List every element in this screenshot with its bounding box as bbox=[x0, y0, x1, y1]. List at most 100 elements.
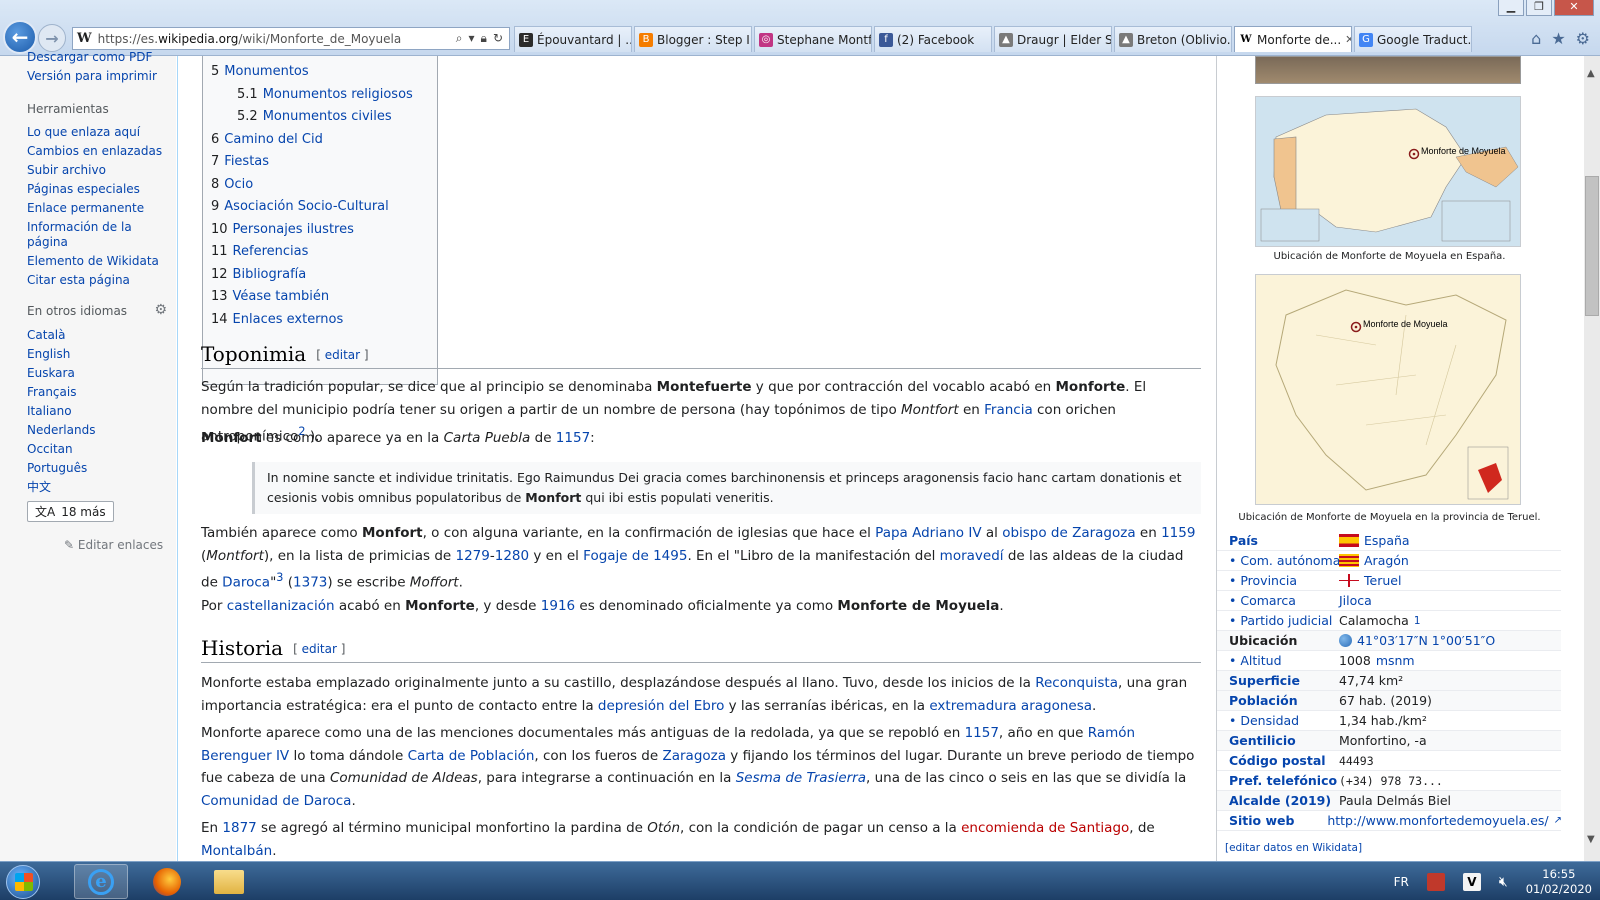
input-language-indicator[interactable]: FR bbox=[1394, 875, 1409, 889]
browser-tab[interactable]: f (2) Facebook bbox=[874, 26, 992, 52]
edit-link[interactable]: editar bbox=[325, 348, 360, 362]
infobox-label[interactable]: • Densidad bbox=[1229, 713, 1339, 728]
sidebar-language-link[interactable]: 中文 bbox=[27, 480, 167, 495]
start-button[interactable] bbox=[6, 865, 40, 899]
sidebar-language-link[interactable]: Português bbox=[27, 461, 167, 476]
toc-link[interactable]: Monumentos religiosos bbox=[263, 87, 413, 102]
toc-item[interactable]: 8 Ocio bbox=[211, 174, 429, 197]
inline-link[interactable]: Comunidad de Daroca bbox=[201, 793, 351, 809]
inline-link[interactable]: Fogaje de 1495 bbox=[583, 548, 687, 564]
toc-link[interactable]: Bibliografía bbox=[233, 267, 307, 282]
infobox-label[interactable]: Gentilicio bbox=[1229, 733, 1339, 748]
toc-link[interactable]: Referencias bbox=[233, 244, 309, 259]
home-icon[interactable]: ⌂ bbox=[1531, 29, 1541, 48]
toc-link[interactable]: Monumentos civiles bbox=[263, 109, 392, 124]
toc-link[interactable]: Monumentos bbox=[224, 64, 308, 79]
infobox-label[interactable]: • Provincia bbox=[1229, 573, 1339, 588]
edit-section-historia[interactable]: [ editar ] bbox=[293, 642, 345, 656]
toc-item[interactable]: 12 Bibliografía bbox=[211, 264, 429, 287]
toc-item[interactable]: 7 Fiestas bbox=[211, 151, 429, 174]
unit-link[interactable]: msnm bbox=[1376, 653, 1415, 668]
sidebar-link[interactable]: Descargar como PDF bbox=[27, 50, 167, 65]
edit-wikidata-link[interactable]: [editar datos en Wikidata] bbox=[1225, 842, 1362, 854]
sidebar-tool-link[interactable]: Páginas especiales bbox=[27, 182, 167, 197]
inline-link[interactable]: 1877 bbox=[222, 820, 256, 836]
infobox-value[interactable]: 41°03′17″N 1°00′51″O bbox=[1357, 633, 1495, 648]
inline-link[interactable]: 1279 bbox=[456, 548, 490, 564]
browser-tab[interactable]: W Monforte de...✕ bbox=[1234, 26, 1352, 52]
inline-link[interactable]: 1280 bbox=[495, 548, 529, 564]
inline-link[interactable]: Montalbán bbox=[201, 843, 272, 859]
more-languages-button[interactable]: 文A 18 más bbox=[27, 501, 114, 522]
village-photo[interactable] bbox=[1255, 56, 1521, 84]
sidebar-language-link[interactable]: Français bbox=[27, 385, 167, 400]
taskbar-internet-explorer[interactable]: e bbox=[74, 864, 128, 899]
spain-location-map[interactable]: Monforte de Moyuela bbox=[1255, 96, 1521, 247]
search-icon[interactable]: ⌕ bbox=[456, 31, 463, 46]
toc-link[interactable]: Fiestas bbox=[224, 154, 269, 169]
sidebar-tool-link[interactable]: Subir archivo bbox=[27, 163, 167, 178]
edit-links-link[interactable]: ✎ Editar enlaces bbox=[64, 538, 163, 552]
browser-tab[interactable]: G Google Traduct... bbox=[1354, 26, 1472, 52]
browser-tab[interactable]: ▲ Breton (Oblivio... bbox=[1114, 26, 1232, 52]
inline-link[interactable]: 1373 bbox=[293, 575, 327, 591]
edit-section-toponimia[interactable]: [ editar ] bbox=[316, 348, 368, 362]
infobox-label[interactable]: Pref. telefónico bbox=[1229, 773, 1339, 788]
dropdown-arrow-icon[interactable]: ▾ bbox=[469, 31, 475, 46]
sidebar-tool-link[interactable]: Cambios en enlazadas bbox=[27, 144, 167, 159]
settings-gear-icon[interactable]: ⚙ bbox=[1576, 29, 1590, 48]
lock-icon[interactable]: 🔒︎ bbox=[481, 31, 487, 46]
infobox-value[interactable]: Jiloca bbox=[1339, 593, 1372, 608]
inline-link[interactable]: Carta de Población bbox=[408, 748, 535, 764]
flag-notification-icon[interactable] bbox=[1426, 872, 1445, 891]
vertical-scrollbar[interactable]: ▲ ▼ bbox=[1584, 56, 1600, 861]
toc-item[interactable]: 5.1 Monumentos religiosos bbox=[211, 84, 429, 107]
infobox-label[interactable]: • Comarca bbox=[1229, 593, 1339, 608]
browser-tab[interactable]: B Blogger : Step I... bbox=[634, 26, 752, 52]
toc-item[interactable]: 13 Véase también bbox=[211, 286, 429, 309]
toc-item[interactable]: 9 Asociación Socio-Cultural bbox=[211, 196, 429, 219]
inline-link[interactable]: Reconquista bbox=[1035, 675, 1118, 691]
inline-link[interactable]: castellanización bbox=[227, 598, 335, 614]
infobox-label[interactable]: Sitio web bbox=[1229, 813, 1327, 828]
inline-link[interactable]: moravedí bbox=[940, 548, 1004, 564]
infobox-value[interactable]: Aragón bbox=[1364, 553, 1409, 568]
sidebar-tool-link[interactable]: Lo que enlaza aquí bbox=[27, 125, 167, 140]
sidebar-language-link[interactable]: Italiano bbox=[27, 404, 167, 419]
close-window-button[interactable]: ✕ bbox=[1554, 0, 1594, 16]
sidebar-language-link[interactable]: Nederlands bbox=[27, 423, 167, 438]
app-tray-icon[interactable]: V bbox=[1462, 872, 1481, 891]
inline-link[interactable]: Zaragoza bbox=[662, 748, 726, 764]
toc-item[interactable]: 6 Camino del Cid bbox=[211, 129, 429, 152]
taskbar-file-explorer[interactable] bbox=[202, 864, 256, 899]
favorites-star-icon[interactable]: ★ bbox=[1551, 29, 1565, 48]
infobox-label[interactable]: Superficie bbox=[1229, 673, 1339, 688]
forward-button[interactable]: → bbox=[38, 24, 66, 52]
sidebar-tool-link[interactable]: Información de la página bbox=[27, 220, 167, 250]
toc-item[interactable]: 5.2 Monumentos civiles bbox=[211, 106, 429, 129]
browser-tab[interactable]: ▲ Draugr | Elder S... bbox=[994, 26, 1112, 52]
inline-link[interactable]: extremadura aragonesa bbox=[929, 698, 1092, 714]
toc-link[interactable]: Personajes ilustres bbox=[233, 222, 354, 237]
infobox-value[interactable]: http://www.monfortedemoyuela.es/ bbox=[1327, 813, 1548, 828]
toc-item[interactable]: 10 Personajes ilustres bbox=[211, 219, 429, 242]
clock[interactable]: 16:55 01/02/2020 bbox=[1526, 867, 1592, 897]
address-bar[interactable]: W https://es.wikipedia.org/wiki/Monforte… bbox=[72, 27, 510, 50]
edit-link[interactable]: editar bbox=[302, 642, 337, 656]
reference-link[interactable]: 1 bbox=[1414, 615, 1421, 627]
toc-link[interactable]: Asociación Socio-Cultural bbox=[224, 199, 388, 214]
toc-link[interactable]: Camino del Cid bbox=[224, 132, 323, 147]
maximize-button[interactable]: ❐ bbox=[1526, 0, 1552, 16]
taskbar-firefox[interactable] bbox=[140, 864, 194, 899]
infobox-value[interactable]: España bbox=[1364, 533, 1410, 548]
infobox-label[interactable]: • Altitud bbox=[1229, 653, 1339, 668]
scroll-thumb[interactable] bbox=[1585, 176, 1599, 316]
sidebar-link[interactable]: Versión para imprimir bbox=[27, 69, 167, 84]
inline-link[interactable]: 1157 bbox=[556, 430, 590, 446]
infobox-label[interactable]: País bbox=[1229, 533, 1339, 548]
inline-link[interactable]: 1159 bbox=[1161, 525, 1195, 541]
inline-link[interactable]: Daroca bbox=[222, 575, 270, 591]
toc-link[interactable]: Véase también bbox=[233, 289, 330, 304]
inline-link[interactable]: depresión del Ebro bbox=[598, 698, 724, 714]
toc-link[interactable]: Ocio bbox=[224, 177, 253, 192]
